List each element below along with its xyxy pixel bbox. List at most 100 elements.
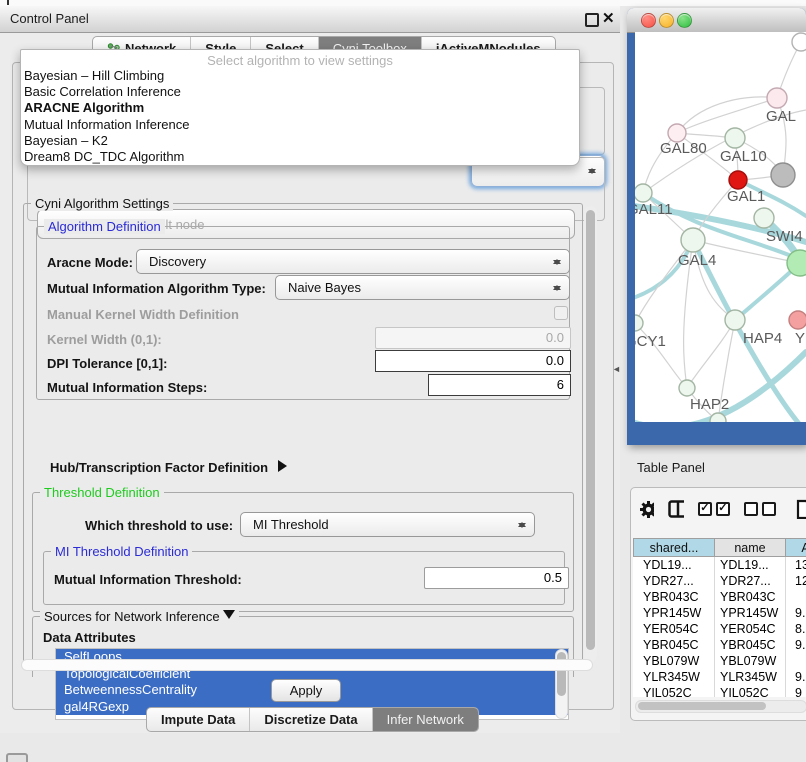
table-row[interactable]: YBL079WYBL079W <box>633 653 806 669</box>
network-node-y[interactable] <box>789 311 806 329</box>
table-cell[interactable]: 9. <box>786 669 806 685</box>
mi-steps-field[interactable]: 6 <box>428 374 571 396</box>
table-row[interactable]: YLR345WYLR345W9. <box>633 669 806 685</box>
column-header[interactable]: name <box>715 538 786 557</box>
mi-type-combobox[interactable]: Naive Bayes <box>275 275 570 300</box>
network-node[interactable] <box>792 33 806 51</box>
network-edge[interactable] <box>677 97 777 133</box>
table-cell[interactable]: YBL079W <box>633 653 715 669</box>
column-header[interactable]: shared... <box>633 538 715 557</box>
table-cell[interactable]: YDR27... <box>633 573 715 589</box>
table-row[interactable]: YER054CYER054C8. <box>633 621 806 637</box>
table-cell[interactable]: YLR345W <box>715 669 786 685</box>
table-cell[interactable]: YIL052C <box>633 685 715 697</box>
table-cell[interactable]: YDR27... <box>715 573 786 589</box>
tab-discretize-data[interactable]: Discretize Data <box>250 708 372 731</box>
algorithm-option[interactable]: Mutual Information Inference <box>21 117 579 133</box>
table-cell[interactable]: YIL052C <box>715 685 786 697</box>
algorithm-option[interactable]: Dream8 DC_TDC Algorithm <box>21 149 579 165</box>
which-threshold-combobox[interactable]: MI Threshold <box>240 512 535 537</box>
table-cell[interactable]: 9. <box>786 637 806 653</box>
algorithm-option[interactable]: ARACNE Algorithm <box>21 100 579 116</box>
column-split-icon[interactable] <box>668 500 684 518</box>
document-icon[interactable] <box>796 499 806 519</box>
aracne-mode-combobox[interactable]: Discovery <box>136 249 570 274</box>
table-cell[interactable] <box>786 589 806 605</box>
unselect-all-columns-icon[interactable] <box>744 502 776 516</box>
table-cell[interactable]: YBR043C <box>715 589 786 605</box>
mi-threshold-label: Mutual Information Threshold: <box>54 572 242 587</box>
network-node-swi4[interactable] <box>754 208 774 228</box>
network-graph: GALGAL80GAL10GAL1GAL11SWI4GAL4GCY1HAP4YH… <box>635 32 806 422</box>
column-header[interactable]: A <box>786 538 806 557</box>
algorithm-option[interactable]: Bayesian – Hill Climbing <box>21 68 579 84</box>
table-row[interactable]: YIL052CYIL052C9 <box>633 685 806 697</box>
table-cell[interactable] <box>786 653 806 669</box>
table-cell[interactable]: YPR145W <box>633 605 715 621</box>
table-header-row: shared...nameA <box>633 538 806 557</box>
mac-zoom-icon[interactable] <box>677 13 692 28</box>
tab-impute-data[interactable]: Impute Data <box>147 708 250 731</box>
tab-infer-network[interactable]: Infer Network <box>373 708 478 731</box>
bottom-tabbar: Impute Data Discretize Data Infer Networ… <box>146 707 479 732</box>
network-edge[interactable] <box>677 98 777 133</box>
network-node-gal11[interactable] <box>635 184 652 202</box>
table-row[interactable]: YBR045CYBR045C9. <box>633 637 806 653</box>
table-cell[interactable]: 9 <box>786 685 806 697</box>
mac-minimize-icon[interactable] <box>659 13 674 28</box>
settings-hscrollbar[interactable] <box>21 659 593 671</box>
table-row[interactable]: YDR27...YDR27...12 <box>633 573 806 589</box>
sources-toggle[interactable]: Sources for Network Inference <box>40 609 239 624</box>
table-cell[interactable]: YBL079W <box>715 653 786 669</box>
network-node-gal10[interactable] <box>725 128 745 148</box>
table-cell[interactable]: 12 <box>786 573 806 589</box>
table-cell[interactable]: YBR045C <box>633 637 715 653</box>
float-window-icon[interactable] <box>585 13 599 27</box>
splitter-collapse-icon[interactable]: ◄ <box>612 364 621 374</box>
mac-close-icon[interactable] <box>641 13 656 28</box>
settings-gear-icon[interactable] <box>639 500 654 519</box>
manual-kernel-label: Manual Kernel Width Definition <box>47 307 239 322</box>
table-cell[interactable]: 9. <box>786 605 806 621</box>
algorithm-option[interactable]: Bayesian – K2 <box>21 133 579 149</box>
settings-vscrollbar[interactable] <box>584 206 597 662</box>
table-cell[interactable]: YDL19... <box>715 557 786 573</box>
hub-section-toggle[interactable]: Hub/Transcription Factor Definition <box>50 460 293 475</box>
network-node-hap4[interactable] <box>725 310 745 330</box>
table-row[interactable]: YPR145WYPR145W9. <box>633 605 806 621</box>
table-cell[interactable]: YPR145W <box>715 605 786 621</box>
table-cell[interactable]: YER054C <box>715 621 786 637</box>
network-node-gal1[interactable] <box>729 171 747 189</box>
apply-button[interactable]: Apply <box>271 679 341 702</box>
network-canvas[interactable]: GALGAL80GAL10GAL1GAL11SWI4GAL4GCY1HAP4YH… <box>635 32 806 422</box>
network-node[interactable] <box>787 250 806 276</box>
table-row[interactable]: YDL19...YDL19...13 <box>633 557 806 573</box>
table-row[interactable]: YBR043CYBR043C <box>633 589 806 605</box>
table-cell[interactable]: 13 <box>786 557 806 573</box>
network-node-gal4[interactable] <box>681 228 705 252</box>
scrollbar-thumb[interactable] <box>586 210 595 650</box>
select-all-columns-icon[interactable] <box>698 502 730 516</box>
kernel-width-field[interactable]: 0.0 <box>375 327 571 349</box>
network-node-hap2[interactable] <box>679 380 695 396</box>
table-cell[interactable]: YBR043C <box>633 589 715 605</box>
network-node-gcy1[interactable] <box>635 315 643 331</box>
dpi-tolerance-field[interactable]: 0.0 <box>375 350 571 372</box>
table-cell[interactable]: 8. <box>786 621 806 637</box>
network-window-titlebar[interactable] <box>627 8 806 33</box>
table-cell[interactable]: YDL19... <box>633 557 715 573</box>
table-hscrollbar[interactable] <box>635 700 806 713</box>
network-node[interactable] <box>710 413 726 422</box>
manual-kernel-checkbox[interactable] <box>554 306 568 320</box>
close-icon[interactable]: ✕ <box>602 9 615 27</box>
table-cell[interactable]: YBR045C <box>715 637 786 653</box>
table-cell[interactable]: YLR345W <box>633 669 715 685</box>
table-cell[interactable]: YER054C <box>633 621 715 637</box>
minimized-panel-icon[interactable] <box>6 753 28 762</box>
network-node-gal[interactable] <box>767 88 787 108</box>
network-node[interactable] <box>771 163 795 187</box>
algorithm-option[interactable]: Basic Correlation Inference <box>21 84 579 100</box>
network-edge[interactable] <box>687 320 735 388</box>
scrollbar-thumb[interactable] <box>638 702 766 710</box>
mi-threshold-field[interactable]: 0.5 <box>424 567 569 589</box>
